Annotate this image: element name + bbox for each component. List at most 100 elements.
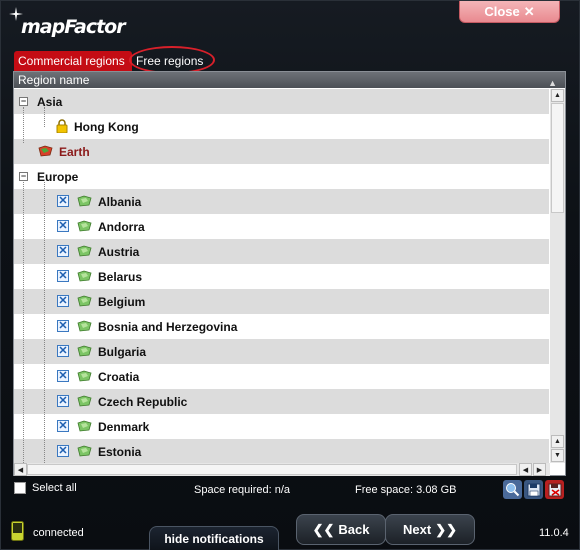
region-map-icon <box>77 445 92 457</box>
list-item[interactable]: ✕ Belarus <box>14 264 549 289</box>
region-map-icon <box>77 370 92 382</box>
row-label: Belgium <box>98 294 146 309</box>
list-item[interactable]: ✕ Belgium <box>14 289 549 314</box>
region-map-icon <box>77 345 92 357</box>
scroll-up-icon[interactable]: ▲ <box>551 89 564 102</box>
space-required: Space required: n/a <box>194 484 291 496</box>
list-item[interactable]: ✕ Estonia <box>14 439 549 463</box>
row-label: Estonia <box>98 444 142 459</box>
region-checkbox[interactable]: ✕ <box>57 245 69 257</box>
version-number: 11.0.4 <box>539 527 569 539</box>
region-map-icon <box>77 295 92 307</box>
region-list: Region name ▲ − Asia Hong Kong Earth − E… <box>13 71 566 476</box>
select-all-control[interactable]: Select all <box>14 482 77 494</box>
globe-search-icon <box>506 483 520 497</box>
row-label: Bulgaria <box>98 344 147 359</box>
row-label: Czech Republic <box>98 394 188 409</box>
row-label: Denmark <box>98 419 150 434</box>
mapfactor-logo: mapFactor <box>9 7 126 43</box>
tree-line <box>44 107 45 127</box>
region-checkbox[interactable]: ✕ <box>57 445 69 457</box>
region-map-icon <box>77 220 92 232</box>
row-label: Belarus <box>98 269 143 284</box>
chevron-right-icon: ❯❯ <box>435 521 457 537</box>
list-item[interactable]: Hong Kong <box>14 114 549 139</box>
row-label: Andorra <box>98 219 145 234</box>
connection-status: connected <box>33 527 84 539</box>
close-button[interactable]: Close ✕ <box>459 1 560 23</box>
list-item[interactable]: Earth <box>14 139 549 164</box>
row-label: Austria <box>98 244 140 259</box>
column-header-label: Region name <box>18 73 90 87</box>
region-checkbox[interactable]: ✕ <box>57 420 69 432</box>
app-window: mapFactor Close ✕ Commercial regions Fre… <box>0 0 580 550</box>
scroll-up-icon[interactable]: ▲ <box>551 435 564 448</box>
region-map-icon <box>77 420 92 432</box>
list-item[interactable]: − Europe <box>14 164 549 189</box>
delete-icon <box>548 483 561 496</box>
row-label: Albania <box>98 194 142 209</box>
scroll-left-icon[interactable]: ◀ <box>14 463 27 476</box>
list-item[interactable]: ✕ Austria <box>14 239 549 264</box>
list-item[interactable]: ✕ Andorra <box>14 214 549 239</box>
region-map-icon <box>77 245 92 257</box>
vertical-scrollbar[interactable]: ▲ ▲ ▼ <box>550 89 565 463</box>
logo-text: mapFactor <box>21 16 126 38</box>
find-update-button[interactable] <box>503 480 522 499</box>
hide-notifications-label: hide notifications <box>164 532 264 546</box>
tree-line <box>23 182 24 463</box>
region-checkbox[interactable]: ✕ <box>57 320 69 332</box>
gps-device-icon <box>11 521 24 541</box>
tree-line <box>44 182 45 463</box>
free-space: Free space: 3.08 GB <box>355 484 457 496</box>
region-map-icon <box>77 270 92 282</box>
region-checkbox[interactable]: ✕ <box>57 195 69 207</box>
row-label: Bosnia and Herzegovina <box>98 319 238 334</box>
tab-label: Commercial regions <box>18 54 125 68</box>
hide-notifications-button[interactable]: hide notifications <box>149 526 279 550</box>
list-item[interactable]: − Asia <box>14 89 549 114</box>
region-checkbox[interactable]: ✕ <box>57 395 69 407</box>
earth-map-icon <box>38 145 53 157</box>
tree-line <box>23 107 24 143</box>
collapse-icon[interactable]: − <box>19 97 28 106</box>
list-item[interactable]: ✕ Denmark <box>14 414 549 439</box>
next-button[interactable]: Next ❯❯ <box>385 514 475 545</box>
close-icon: ✕ <box>523 3 535 19</box>
back-button[interactable]: ❮❮ Back <box>296 514 386 545</box>
row-label: Earth <box>59 144 90 159</box>
region-map-icon <box>77 320 92 332</box>
list-item[interactable]: ✕ Croatia <box>14 364 549 389</box>
region-checkbox[interactable]: ✕ <box>57 295 69 307</box>
highlight-oval <box>129 46 215 74</box>
collapse-icon[interactable]: − <box>19 172 28 181</box>
region-checkbox[interactable]: ✕ <box>57 220 69 232</box>
lock-icon <box>56 119 68 133</box>
list-item[interactable]: ✕ Albania <box>14 189 549 214</box>
scroll-right-icon[interactable]: ▶ <box>533 463 546 476</box>
region-checkbox[interactable]: ✕ <box>57 370 69 382</box>
scroll-thumb[interactable] <box>551 103 564 213</box>
region-map-icon <box>77 195 92 207</box>
region-checkbox[interactable]: ✕ <box>57 345 69 357</box>
region-checkbox[interactable]: ✕ <box>57 270 69 282</box>
scroll-down-icon[interactable]: ▼ <box>551 449 564 462</box>
scroll-thumb[interactable] <box>27 464 517 475</box>
region-map-icon <box>77 395 92 407</box>
scroll-left-icon[interactable]: ◀ <box>519 463 532 476</box>
list-item[interactable]: ✕ Bosnia and Herzegovina <box>14 314 549 339</box>
chevron-left-icon: ❮❮ <box>312 521 335 537</box>
select-all-label: Select all <box>32 482 77 494</box>
select-all-checkbox[interactable] <box>14 482 26 494</box>
save-button[interactable] <box>524 480 543 499</box>
list-item[interactable]: ✕ Czech Republic <box>14 389 549 414</box>
row-label: Asia <box>37 94 63 109</box>
horizontal-scrollbar[interactable]: ◀ ◀ ▶ <box>14 463 550 476</box>
row-label: Hong Kong <box>74 119 139 134</box>
save-icon <box>527 483 540 496</box>
delete-button[interactable] <box>545 480 564 499</box>
next-label: Next <box>403 522 432 537</box>
tab-commercial-regions[interactable]: Commercial regions <box>14 51 132 71</box>
column-header[interactable]: Region name ▲ <box>14 72 565 88</box>
list-item[interactable]: ✕ Bulgaria <box>14 339 549 364</box>
